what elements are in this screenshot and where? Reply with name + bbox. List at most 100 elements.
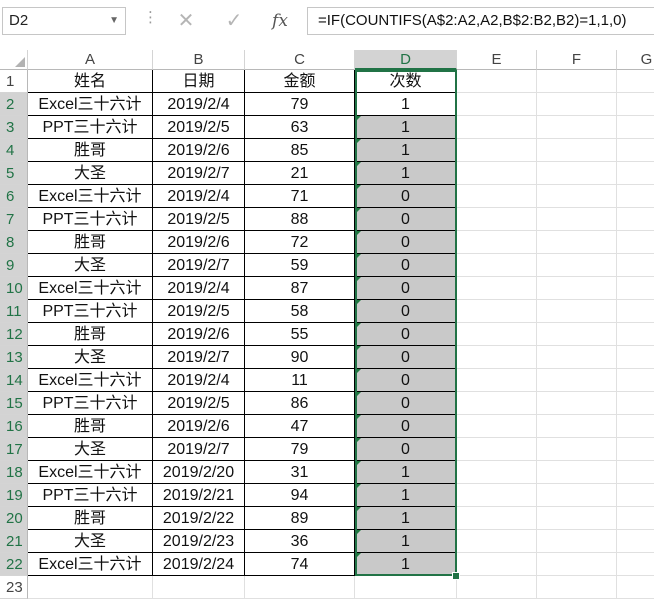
cell-g1[interactable] — [617, 70, 654, 93]
cell-b4[interactable]: 2019/2/6 — [153, 139, 245, 162]
cell-d5[interactable]: 1 — [355, 162, 457, 185]
cell-c12[interactable]: 55 — [245, 323, 355, 346]
cell-b17[interactable]: 2019/2/7 — [153, 438, 245, 461]
cell-e3[interactable] — [457, 116, 537, 139]
cell-e10[interactable] — [457, 277, 537, 300]
cell-g3[interactable] — [617, 116, 654, 139]
cell-f13[interactable] — [537, 346, 617, 369]
cell-f5[interactable] — [537, 162, 617, 185]
cell-b21[interactable]: 2019/2/23 — [153, 530, 245, 553]
cell-b7[interactable]: 2019/2/5 — [153, 208, 245, 231]
cell-f2[interactable] — [537, 93, 617, 116]
cell-e8[interactable] — [457, 231, 537, 254]
column-header-c[interactable]: C — [245, 50, 355, 70]
select-all-corner[interactable] — [0, 50, 28, 70]
cell-d19[interactable]: 1 — [355, 484, 457, 507]
cell-g16[interactable] — [617, 415, 654, 438]
cell-c17[interactable]: 79 — [245, 438, 355, 461]
cell-c15[interactable]: 86 — [245, 392, 355, 415]
cell-b8[interactable]: 2019/2/6 — [153, 231, 245, 254]
row-header[interactable]: 20 — [0, 507, 28, 530]
cell-c13[interactable]: 90 — [245, 346, 355, 369]
cell-e5[interactable] — [457, 162, 537, 185]
cell-f16[interactable] — [537, 415, 617, 438]
cell-a15[interactable]: PPT三十六计 — [28, 392, 153, 415]
cell-a7[interactable]: PPT三十六计 — [28, 208, 153, 231]
cell-c1[interactable]: 金额 — [245, 70, 355, 93]
cell-a13[interactable]: 大圣 — [28, 346, 153, 369]
row-header[interactable]: 1 — [0, 70, 28, 93]
row-header[interactable]: 6 — [0, 185, 28, 208]
cell-d7[interactable]: 0 — [355, 208, 457, 231]
row-header[interactable]: 18 — [0, 461, 28, 484]
cell-d3[interactable]: 1 — [355, 116, 457, 139]
cell-b6[interactable]: 2019/2/4 — [153, 185, 245, 208]
cell-f8[interactable] — [537, 231, 617, 254]
cell-d2[interactable]: 1 — [355, 93, 457, 116]
cell-e12[interactable] — [457, 323, 537, 346]
cell-f21[interactable] — [537, 530, 617, 553]
cell-a4[interactable]: 胜哥 — [28, 139, 153, 162]
cell-g20[interactable] — [617, 507, 654, 530]
cell-d17[interactable]: 0 — [355, 438, 457, 461]
cell-d12[interactable]: 0 — [355, 323, 457, 346]
column-header-d[interactable]: D — [355, 50, 457, 70]
cell-f6[interactable] — [537, 185, 617, 208]
cell-g6[interactable] — [617, 185, 654, 208]
cell-f15[interactable] — [537, 392, 617, 415]
cell-d21[interactable]: 1 — [355, 530, 457, 553]
cell-e9[interactable] — [457, 254, 537, 277]
cell-g15[interactable] — [617, 392, 654, 415]
cell-e1[interactable] — [457, 70, 537, 93]
name-box[interactable]: D2 ▼ — [2, 7, 126, 35]
cell-a16[interactable]: 胜哥 — [28, 415, 153, 438]
cell-a3[interactable]: PPT三十六计 — [28, 116, 153, 139]
row-header[interactable]: 3 — [0, 116, 28, 139]
cell-a2[interactable]: Excel三十六计 — [28, 93, 153, 116]
cell-b11[interactable]: 2019/2/5 — [153, 300, 245, 323]
column-header-e[interactable]: E — [457, 50, 537, 70]
cell-c6[interactable]: 71 — [245, 185, 355, 208]
cell-e16[interactable] — [457, 415, 537, 438]
row-header[interactable]: 7 — [0, 208, 28, 231]
row-header[interactable]: 21 — [0, 530, 28, 553]
row-header[interactable]: 13 — [0, 346, 28, 369]
cell-g17[interactable] — [617, 438, 654, 461]
cell-b15[interactable]: 2019/2/5 — [153, 392, 245, 415]
cell-a18[interactable]: Excel三十六计 — [28, 461, 153, 484]
cell-b9[interactable]: 2019/2/7 — [153, 254, 245, 277]
cell-d20[interactable]: 1 — [355, 507, 457, 530]
cell-c9[interactable]: 59 — [245, 254, 355, 277]
cell-b1[interactable]: 日期 — [153, 70, 245, 93]
cell-e14[interactable] — [457, 369, 537, 392]
cell-d8[interactable]: 0 — [355, 231, 457, 254]
cell-d11[interactable]: 0 — [355, 300, 457, 323]
cell-g4[interactable] — [617, 139, 654, 162]
cell-g9[interactable] — [617, 254, 654, 277]
row-header[interactable]: 14 — [0, 369, 28, 392]
cell-b3[interactable]: 2019/2/5 — [153, 116, 245, 139]
cell-d9[interactable]: 0 — [355, 254, 457, 277]
cell-d18[interactable]: 1 — [355, 461, 457, 484]
cell-b20[interactable]: 2019/2/22 — [153, 507, 245, 530]
cell-f19[interactable] — [537, 484, 617, 507]
cell-b16[interactable]: 2019/2/6 — [153, 415, 245, 438]
column-header-f[interactable]: F — [537, 50, 617, 70]
row-header[interactable]: 22 — [0, 553, 28, 576]
cell-b19[interactable]: 2019/2/21 — [153, 484, 245, 507]
cell-e2[interactable] — [457, 93, 537, 116]
cell-c5[interactable]: 21 — [245, 162, 355, 185]
cell-f1[interactable] — [537, 70, 617, 93]
cell-b10[interactable]: 2019/2/4 — [153, 277, 245, 300]
row-header[interactable]: 8 — [0, 231, 28, 254]
cell-c10[interactable]: 87 — [245, 277, 355, 300]
cell-d15[interactable]: 0 — [355, 392, 457, 415]
cell-e21[interactable] — [457, 530, 537, 553]
fill-handle[interactable] — [452, 572, 460, 580]
cell-d13[interactable]: 0 — [355, 346, 457, 369]
cell-d6[interactable]: 0 — [355, 185, 457, 208]
cell-f4[interactable] — [537, 139, 617, 162]
row-header[interactable]: 19 — [0, 484, 28, 507]
cell-c2[interactable]: 79 — [245, 93, 355, 116]
cell-e22[interactable] — [457, 553, 537, 576]
